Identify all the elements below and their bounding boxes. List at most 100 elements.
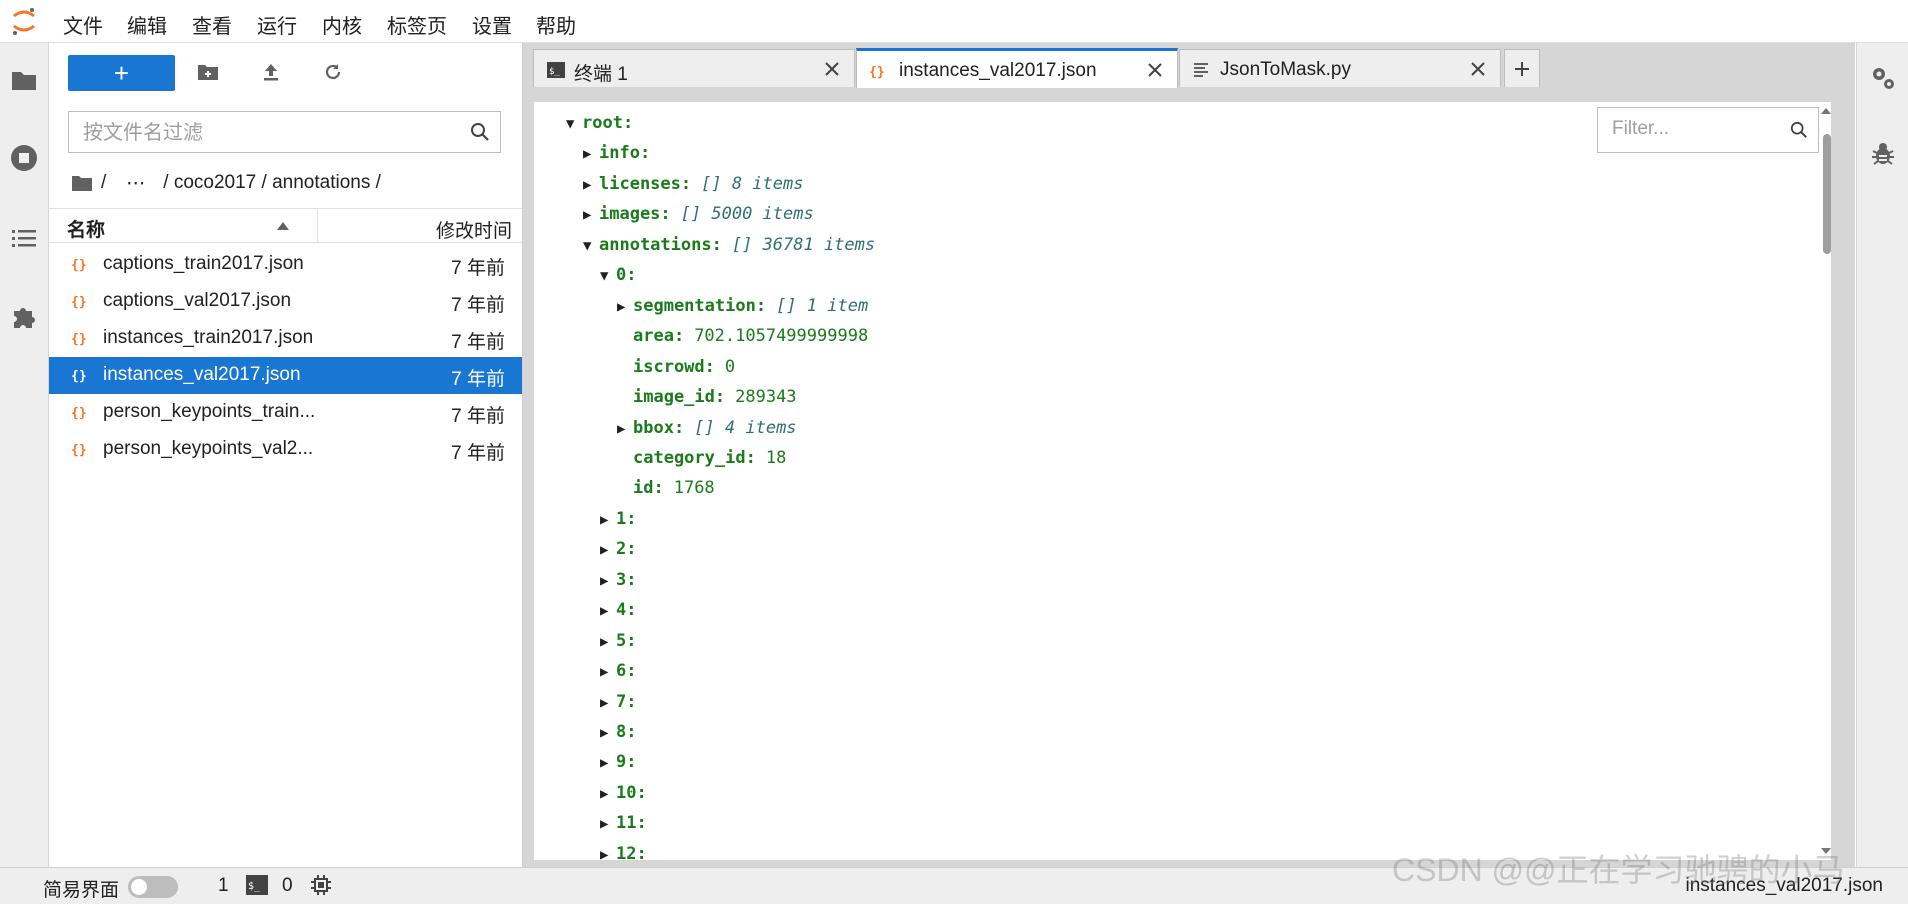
file-row[interactable]: {} captions_train2017.json 7 年前 <box>49 246 522 283</box>
file-filter-input[interactable] <box>81 118 455 148</box>
json-node-row[interactable]: ▼ root: <box>566 113 633 143</box>
json-node-row[interactable]: ▶ 2: <box>600 539 636 569</box>
expand-arrow-icon[interactable]: ▶ <box>583 207 599 223</box>
file-row[interactable]: {} captions_val2017.json 7 年前 <box>49 283 522 320</box>
menu-edit[interactable]: 编辑 <box>127 10 167 39</box>
column-name-header[interactable]: 名称 <box>67 215 105 242</box>
menu-run[interactable]: 运行 <box>257 10 297 39</box>
expand-arrow-icon[interactable]: ▶ <box>600 786 616 802</box>
expand-arrow-icon[interactable]: ▶ <box>600 816 616 832</box>
tab-json[interactable]: {} instances_val2017.json <box>856 48 1178 88</box>
expand-arrow-icon[interactable]: ▶ <box>600 573 616 589</box>
close-icon[interactable] <box>1468 59 1488 79</box>
json-node-row[interactable]: ▶ licenses: [] 8 items <box>583 174 803 204</box>
terminal-count[interactable]: 1 <box>218 875 229 897</box>
expand-arrow-icon[interactable]: ▶ <box>617 299 633 315</box>
json-node-row[interactable]: ▶ 10: <box>600 783 647 813</box>
json-node-row[interactable]: ▶ 6: <box>600 661 636 691</box>
expand-arrow-icon[interactable]: ▶ <box>600 725 616 741</box>
json-filter-input[interactable] <box>1610 117 1774 141</box>
json-node-row[interactable]: ▶ 12: <box>600 844 647 860</box>
expand-arrow-icon[interactable]: ▶ <box>600 603 616 619</box>
json-node-row[interactable]: ▶ bbox: [] 4 items <box>617 418 797 448</box>
file-row[interactable]: {} person_keypoints_train... 7 年前 <box>49 394 522 431</box>
menu-settings[interactable]: 设置 <box>472 10 512 39</box>
tab-terminal[interactable]: $_ 终端 1 <box>533 49 855 87</box>
expand-arrow-icon[interactable]: ▶ <box>600 542 616 558</box>
kernel-count[interactable]: 0 <box>282 875 293 897</box>
menu-tabs[interactable]: 标签页 <box>387 10 447 39</box>
kernel-chip-icon[interactable] <box>310 874 332 896</box>
json-file-icon: {} <box>71 443 87 458</box>
collapse-arrow-icon[interactable]: ▼ <box>566 116 582 132</box>
toc-icon[interactable] <box>6 220 42 256</box>
toggle-knob <box>131 879 147 895</box>
file-row[interactable]: {} instances_val2017.json 7 年前 <box>49 357 522 394</box>
terminal-icon[interactable]: $_ <box>245 874 269 896</box>
running-icon[interactable] <box>6 140 42 176</box>
property-inspector-icon[interactable] <box>1869 63 1897 91</box>
expand-arrow-icon[interactable]: ▶ <box>600 847 616 860</box>
add-tab-button[interactable] <box>1504 49 1540 87</box>
menu-view[interactable]: 查看 <box>192 10 232 39</box>
expand-arrow-icon[interactable]: ▶ <box>583 146 599 162</box>
upload-icon[interactable] <box>256 57 286 87</box>
file-row[interactable]: {} instances_train2017.json 7 年前 <box>49 320 522 357</box>
json-node-row[interactable]: ▶ 11: <box>600 813 647 843</box>
folder-icon[interactable] <box>6 62 42 98</box>
tab-label: 终端 1 <box>574 64 628 85</box>
refresh-icon[interactable] <box>318 57 348 87</box>
json-key: 3: <box>616 569 637 590</box>
expand-arrow-icon[interactable]: ▶ <box>583 177 599 193</box>
column-divider[interactable] <box>317 209 318 243</box>
json-node-row[interactable]: ▶ 4: <box>600 600 636 630</box>
json-node-row[interactable]: ▶ 8: <box>600 722 636 752</box>
json-file-icon: {} <box>71 295 87 310</box>
column-modified-header[interactable]: 修改时间 <box>436 216 512 243</box>
close-icon[interactable] <box>1145 60 1165 80</box>
home-folder-icon[interactable] <box>71 174 93 192</box>
json-node-row: iscrowd: 0 <box>617 357 735 387</box>
json-node-row[interactable]: ▶ info: <box>583 143 650 173</box>
json-node-row[interactable]: ▶ 3: <box>600 570 636 600</box>
expand-arrow-icon[interactable]: ▶ <box>617 421 633 437</box>
breadcrumb-root[interactable]: / <box>101 172 106 194</box>
menu-kernel[interactable]: 内核 <box>322 10 362 39</box>
file-name: instances_val2017.json <box>103 364 301 385</box>
json-node-row[interactable]: ▶ images: [] 5000 items <box>583 204 814 234</box>
json-node-row[interactable]: ▶ 7: <box>600 692 636 722</box>
menu-help[interactable]: 帮助 <box>536 10 576 39</box>
json-key: 5: <box>616 630 637 651</box>
expand-arrow-icon[interactable]: ▶ <box>600 664 616 680</box>
collapse-arrow-icon[interactable]: ▼ <box>600 268 616 284</box>
json-type-summary: [] 4 items <box>694 417 797 438</box>
json-key: image_id: <box>633 387 726 408</box>
expand-arrow-icon[interactable]: ▶ <box>600 695 616 711</box>
new-folder-icon[interactable] <box>193 57 223 87</box>
json-key: 8: <box>616 722 637 742</box>
collapse-arrow-icon[interactable]: ▼ <box>583 238 599 254</box>
json-key: info: <box>599 143 651 164</box>
expand-arrow-icon[interactable]: ▶ <box>600 512 616 528</box>
file-row[interactable]: {} person_keypoints_val2... 7 年前 <box>49 431 522 468</box>
tab-python-file[interactable]: JsonToMask.py <box>1179 49 1501 87</box>
json-node-row[interactable]: ▶ 9: <box>600 752 636 782</box>
expand-arrow-icon[interactable]: ▶ <box>600 634 616 650</box>
menu-file[interactable]: 文件 <box>63 10 103 39</box>
json-node-row[interactable]: ▼ annotations: [] 36781 items <box>583 235 875 265</box>
close-icon[interactable] <box>822 59 842 79</box>
new-launcher-button[interactable]: + <box>68 55 175 91</box>
breadcrumb-ellipsis[interactable]: ⋯ <box>126 172 145 195</box>
extension-icon[interactable] <box>6 298 42 334</box>
json-key: iscrowd: <box>633 356 715 377</box>
json-node-row[interactable]: ▶ segmentation: [] 1 item <box>617 296 868 326</box>
expand-arrow-icon[interactable]: ▶ <box>600 755 616 771</box>
scroll-up-arrow-icon[interactable] <box>1821 106 1831 116</box>
tab-bar: $_ 终端 1 {} instances_val2017.json JsonTo… <box>523 43 1855 88</box>
breadcrumb-path[interactable]: / coco2017 / annotations / <box>163 172 381 194</box>
json-node-row[interactable]: ▶ 1: <box>600 509 636 539</box>
json-node-row[interactable]: ▼ 0: <box>600 265 636 295</box>
json-node-row[interactable]: ▶ 5: <box>600 631 636 661</box>
scrollbar-thumb[interactable] <box>1823 134 1831 254</box>
debugger-icon[interactable] <box>1870 141 1896 167</box>
